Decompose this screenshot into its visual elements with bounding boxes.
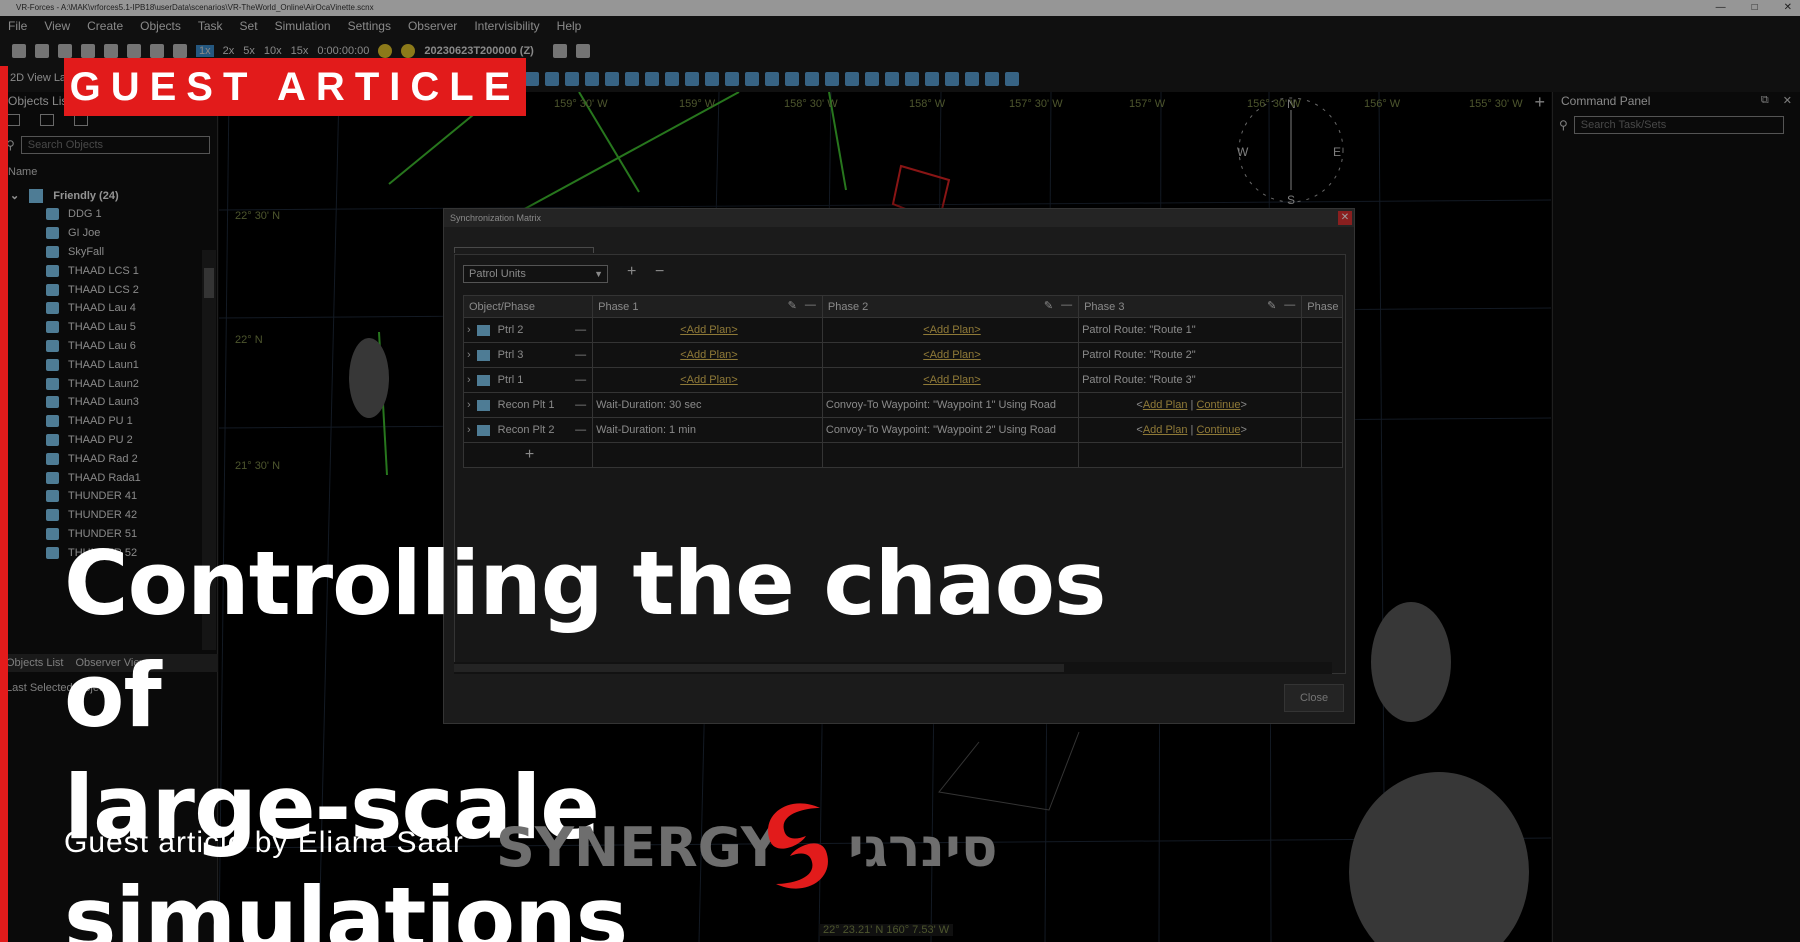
screenshot-root: VR-Forces - A:\MAK\vrforces5.1-IPB18\use…: [0, 0, 1800, 942]
guest-article-badge: GUEST ARTICLE: [64, 58, 526, 116]
logo-latin-text: SYNERGY: [496, 816, 780, 879]
synergy-logo: SYNERGY סינרגי: [496, 796, 998, 896]
synergy-swoosh-icon: [768, 803, 828, 889]
red-accent-bar: [0, 66, 8, 942]
article-byline: Guest article by Eliana Saar: [64, 826, 464, 859]
headline-line-1: Controlling the chaos of: [64, 532, 1106, 747]
logo-hebrew-text: סינרגי: [848, 816, 998, 879]
